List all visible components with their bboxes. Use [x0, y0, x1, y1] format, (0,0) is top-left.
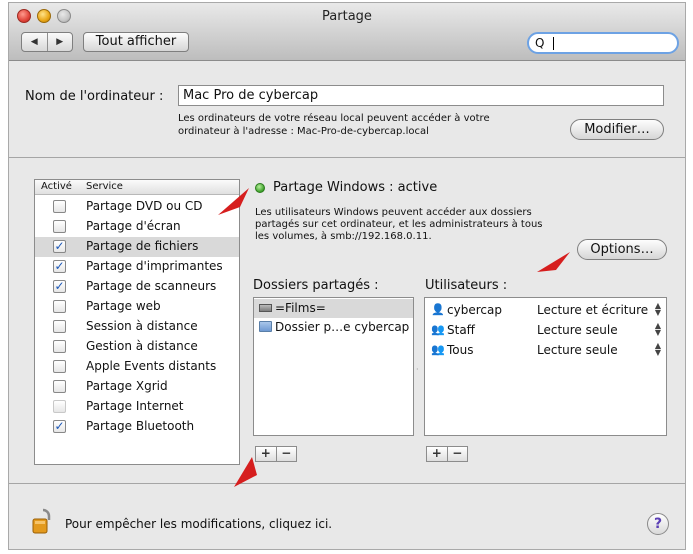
- annotation-arrow-2: [537, 252, 570, 272]
- annotation-arrow-3: [234, 457, 257, 487]
- annotation-arrow-1: [218, 188, 249, 215]
- annotation-overlay: [218, 188, 570, 487]
